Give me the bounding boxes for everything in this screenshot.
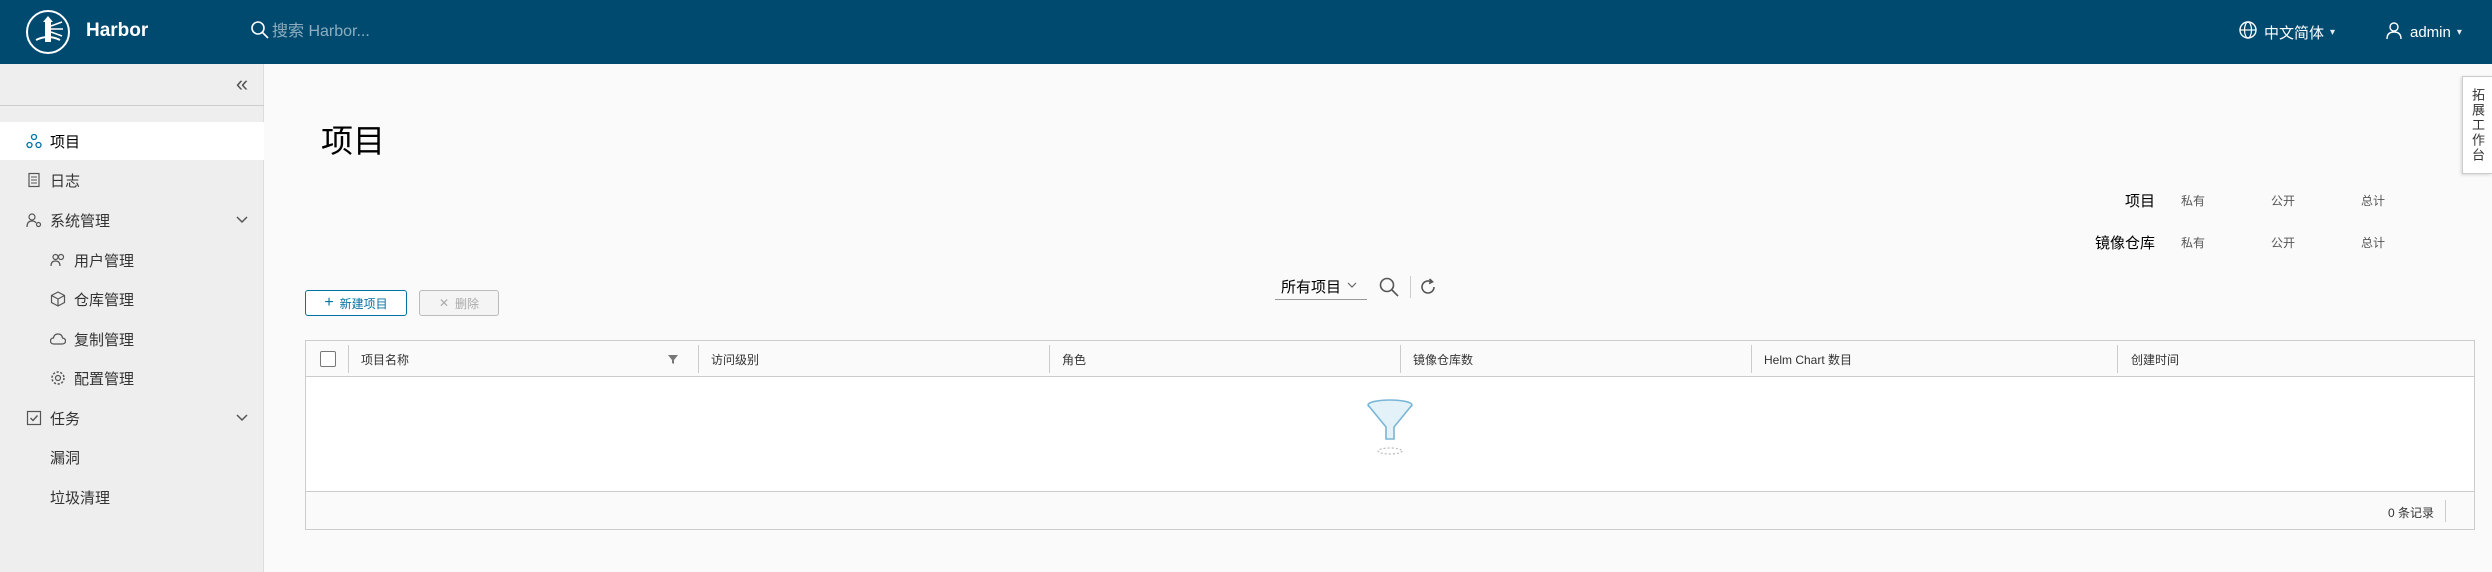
sidebar-item-logs[interactable]: 日志 xyxy=(0,161,264,199)
chevron-down-icon: ▾ xyxy=(2330,26,2336,38)
column-divider xyxy=(1751,345,1752,373)
plus-icon: + xyxy=(324,294,334,311)
app-title[interactable]: Harbor xyxy=(86,20,148,42)
column-header-chart-count[interactable]: Helm Chart 数目 xyxy=(1764,341,1852,377)
column-label: 访问级别 xyxy=(711,352,760,367)
new-project-button[interactable]: + 新建项目 xyxy=(305,290,407,316)
gear-icon xyxy=(50,370,66,386)
search-icon[interactable] xyxy=(1378,276,1400,303)
chevron-down-icon: ▾ xyxy=(2456,26,2462,38)
column-divider xyxy=(698,345,699,373)
table-footer: 0 条记录 xyxy=(306,491,2474,529)
search-input[interactable] xyxy=(272,18,632,46)
select-all-checkbox[interactable] xyxy=(320,351,336,367)
sidebar-item-configuration[interactable]: 配置管理 xyxy=(0,359,264,397)
column-divider xyxy=(2117,345,2118,373)
column-label: 创建时间 xyxy=(2131,352,2180,367)
toolbar-divider xyxy=(1410,276,1411,298)
stat-private: 私有 xyxy=(2181,194,2206,208)
collapse-sidebar-icon[interactable]: « xyxy=(230,73,254,96)
globe-icon xyxy=(2238,20,2258,44)
sidebar-item-label: 配置管理 xyxy=(74,370,135,388)
new-project-label: 新建项目 xyxy=(339,296,388,311)
username: admin xyxy=(2410,23,2451,41)
main-content: 项目 项目 私有 公开 总计 镜像仓库 私有 公开 总计 + 新建项目 ✕ 删除… xyxy=(265,64,2492,572)
refresh-icon[interactable] xyxy=(1417,276,1439,303)
user-icon xyxy=(2384,20,2404,44)
record-count: 0 条记录 xyxy=(2387,506,2434,520)
admin-icon xyxy=(26,212,42,228)
language-label: 中文简体 xyxy=(2264,24,2325,42)
sidebar-item-admin[interactable]: 系统管理 xyxy=(0,201,264,239)
stat-total: 总计 xyxy=(2361,194,2386,208)
filter-value: 所有项目 xyxy=(1281,279,1342,296)
delete-label: 删除 xyxy=(455,296,480,311)
users-icon xyxy=(50,252,66,268)
sidebar-item-label: 复制管理 xyxy=(74,331,135,349)
sidebar-item-replication[interactable]: 复制管理 xyxy=(0,320,264,358)
user-menu[interactable]: admin ▾ xyxy=(2384,20,2462,44)
close-icon: ✕ xyxy=(438,296,450,310)
column-header-creation-time[interactable]: 创建时间 xyxy=(2131,341,2179,377)
sidebar-item-label: 仓库管理 xyxy=(74,291,135,309)
column-divider xyxy=(1049,345,1050,373)
side-drawer-tab[interactable]: 拓展工作台 xyxy=(2462,76,2492,174)
column-header-access-level[interactable]: 访问级别 xyxy=(711,341,759,377)
column-label: 项目名称 xyxy=(361,352,410,367)
sidebar-item-label: 系统管理 xyxy=(50,212,111,230)
column-label: Helm Chart 数目 xyxy=(1764,352,1853,367)
sidebar-item-garbage-collection[interactable]: 垃圾清理 xyxy=(0,478,264,516)
column-label: 镜像仓库数 xyxy=(1413,352,1474,367)
column-header-name[interactable]: 项目名称 xyxy=(361,341,409,377)
column-header-role[interactable]: 角色 xyxy=(1062,341,1086,377)
sidebar-collapse-bar: « xyxy=(0,64,264,106)
column-divider xyxy=(1400,345,1401,373)
language-selector[interactable]: 中文简体 ▾ xyxy=(2238,20,2335,44)
chevron-down-icon[interactable] xyxy=(234,212,250,232)
chevron-down-icon[interactable] xyxy=(234,410,250,430)
delete-button[interactable]: ✕ 删除 xyxy=(419,290,499,316)
table-header: 项目名称 访问级别 角色 镜像仓库数 Helm Chart 数目 创建时间 xyxy=(306,341,2474,377)
column-header-repo-count[interactable]: 镜像仓库数 xyxy=(1413,341,1473,377)
sidebar-item-label: 日志 xyxy=(50,172,81,190)
sidebar-item-registries[interactable]: 仓库管理 xyxy=(0,280,264,318)
logs-icon xyxy=(26,172,42,188)
projects-stats: 项目 私有 公开 总计 xyxy=(2065,188,2385,212)
stat-label-repos: 镜像仓库 xyxy=(2094,235,2155,252)
sidebar: « 项目 日志 系统管理 用户管理 仓库管理 复制管理 配置管理 任务 漏洞 垃… xyxy=(0,64,264,572)
stat-public: 公开 xyxy=(2271,236,2296,250)
column-label: 角色 xyxy=(1062,352,1087,367)
sidebar-item-label: 任务 xyxy=(50,410,81,428)
filter-icon[interactable] xyxy=(666,352,680,371)
stat-public: 公开 xyxy=(2271,194,2296,208)
sidebar-item-projects[interactable]: 项目 xyxy=(0,122,264,160)
column-divider xyxy=(348,345,349,373)
search-icon xyxy=(250,20,270,45)
stat-private: 私有 xyxy=(2181,236,2206,250)
sidebar-item-tasks[interactable]: 任务 xyxy=(0,399,264,437)
top-header: Harbor 中文简体 ▾ admin ▾ xyxy=(0,0,2492,64)
stat-label-projects: 项目 xyxy=(2124,193,2155,210)
stat-total: 总计 xyxy=(2361,236,2386,250)
sidebar-item-vulnerability[interactable]: 漏洞 xyxy=(0,438,264,476)
sidebar-item-label: 用户管理 xyxy=(74,252,135,270)
sidebar-item-users[interactable]: 用户管理 xyxy=(0,241,264,279)
chevron-down-icon xyxy=(1347,280,1357,293)
harbor-logo-icon[interactable] xyxy=(26,10,70,54)
sidebar-item-label: 漏洞 xyxy=(50,449,81,467)
projects-table: 项目名称 访问级别 角色 镜像仓库数 Helm Chart 数目 创建时间 0 … xyxy=(305,340,2475,530)
global-search xyxy=(250,18,650,46)
registry-icon xyxy=(50,291,66,307)
empty-placeholder-icon xyxy=(1364,397,1416,462)
sidebar-item-label: 垃圾清理 xyxy=(50,489,111,507)
page-title: 项目 xyxy=(321,123,386,159)
footer-divider xyxy=(2445,500,2446,522)
repos-stats: 镜像仓库 私有 公开 总计 xyxy=(2065,230,2385,254)
project-filter-select[interactable]: 所有项目 xyxy=(1275,274,1367,300)
tasks-icon xyxy=(26,410,42,426)
cloud-icon xyxy=(49,331,67,347)
projects-icon xyxy=(26,133,42,149)
sidebar-item-label: 项目 xyxy=(50,133,81,151)
